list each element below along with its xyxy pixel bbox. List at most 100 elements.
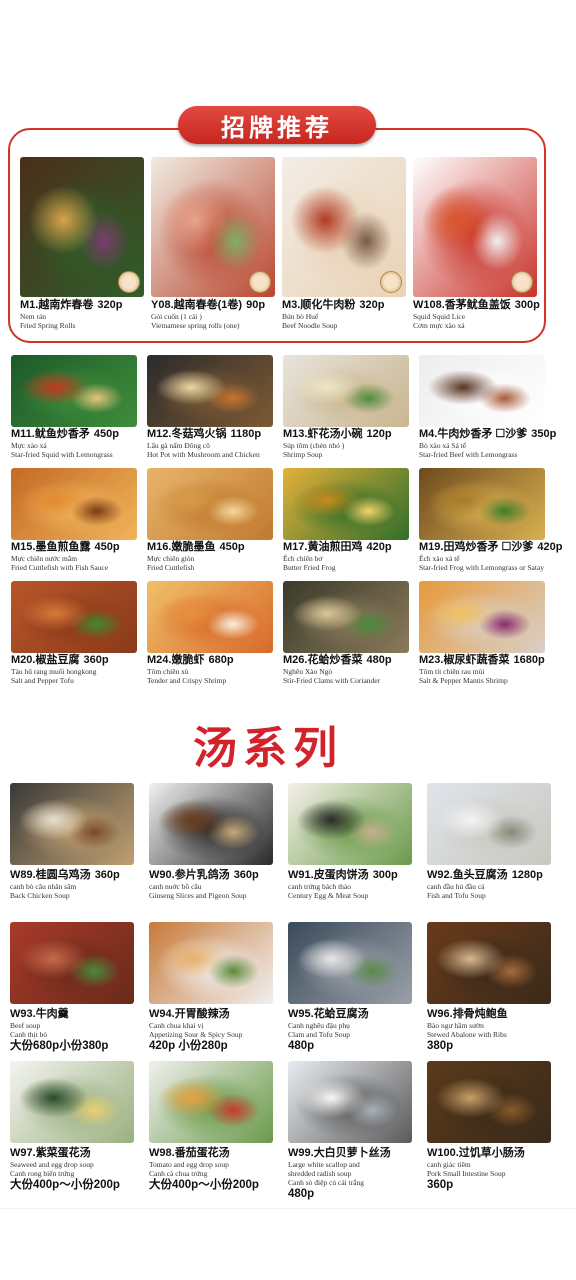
dish-code: W96. [427,1008,453,1020]
dish-photo [10,1061,134,1143]
dish-subtitle: Star-fried Squid with Lemongrass [11,450,113,459]
dish-price: 大份400p～小份200p [10,1179,120,1191]
dish-caption: M3.顺化牛肉粉 320p Bún bò Huế Beef Noodle Soup [282,299,384,330]
dish-subtitle: Salt and Pepper Tofu [11,676,74,685]
dish-photo [10,922,134,1004]
dish-subtitle: Canh nghêu đậu phụ [288,1021,350,1030]
dish-subtitle: canh trứng bách thảo [288,882,351,891]
dish-price: 360p [233,869,259,881]
dish-title: W91.皮蛋肉饼汤 300p [288,869,398,882]
dish-photo [147,355,273,427]
dish-code: W89. [10,869,36,881]
dish-photo [149,1061,273,1143]
dish-subtitle: Canh sò điệp củ cải trắng [288,1178,365,1187]
dish-caption: M26.花蛤炒香菜 480p Nghêu Xào Ngò Stir-Fried Cla… [283,654,392,685]
dish-name: 开胃酸辣汤 [174,1008,230,1020]
dish-name: 椒尿虾蔬香菜 [443,654,510,666]
dish-subtitle: Ếch chiên bơ [283,554,323,563]
dish-subtitle: Beef soup [10,1021,41,1030]
dish-subtitle: Canh thịt bò [10,1030,48,1039]
dish-price: 120p [366,428,392,440]
dish-subtitle: Large white scallop and [288,1160,360,1169]
dish-title: M17.黄油煎田鸡 420p [283,541,392,554]
dish-name: 参片乳鸽汤 [174,869,230,881]
dish-photo [20,157,144,297]
dish-price: 1680p [513,654,545,666]
dish-price: 480p [288,1040,315,1052]
dish-caption: W93.牛肉羹 Beef soup Canh thịt bò 大份680p小份380p [10,1008,108,1054]
dish-name: 花蛤炒香菜 [307,654,363,666]
dish-photo [10,783,134,865]
dish-name: 墨鱼煎鱼露 [35,541,91,553]
dish-caption: W108.香茅鱿鱼盖饭 300p Squid Squid Lice Cơm mực x… [413,299,540,330]
dish-subtitle: Gỏi cuốn (1 cái ) [151,312,202,321]
featured-banner-text: 招牌推荐 [221,112,333,142]
dish-photo [419,468,545,540]
dish-subtitle: Pork Small Intestine Soup [427,1169,506,1178]
dish-title: M16.嫩脆墨鱼 450p [147,541,245,554]
dish-price: 450p [93,428,119,440]
dish-subtitle: Tàu hũ rang muối hongkong [11,667,97,676]
dish-photo [427,1061,551,1143]
dish-caption: W95.花蛤豆腐汤 Canh nghêu đậu phụ Clam and Tofu… [288,1008,369,1054]
soup-heading: 汤系列 [193,723,343,774]
dish-photo [427,783,551,865]
dish-name: 冬菇鸡火锅 [171,428,227,440]
dish-name: 大白贝萝卜丝汤 [313,1147,391,1159]
dish-title: W96.排骨炖鲍鱼 [427,1008,508,1021]
dish-caption: M13.虾花汤小碗 120p Súp tôm (chén nhỏ ) Shrimp S… [283,428,392,459]
dish-subtitle: Tôm tít chiên rau mùi [419,667,485,676]
dish-code: M4. [419,428,438,440]
dish-subtitle: Ếch xào xả tế [419,554,460,563]
dish-subtitle: Beef Noodle Soup [282,321,338,330]
dish-photo [147,581,273,653]
dish-subtitle: Nghêu Xào Ngò [283,667,333,676]
dish-code: M3. [282,299,301,311]
dish-photo [419,355,545,427]
dish-caption: M15.墨鱼煎鱼露 450p Mực chiên nước mắm Fried Cut… [11,541,120,572]
dish-photo [419,581,545,653]
brand-seal-icon [380,271,402,293]
dish-price: 300p [372,869,398,881]
dish-subtitle: Canh rong biển trứng [10,1169,75,1178]
dish-photo [288,1061,412,1143]
dish-title: Y08.越南春卷(1卷) 90p [151,299,265,312]
dish-title: M23.椒尿虾蔬香菜 1680p [419,654,545,667]
dish-caption: M16.嫩脆墨鱼 450p Mực chiên giòn Fried Cuttlefi… [147,541,245,572]
dish-subtitle: Tender and Crispy Shrimp [147,676,227,685]
dish-price: 450p [94,541,120,553]
dish-caption: W97.紫菜蛋花汤 Seaweed and egg drop soup Canh r… [10,1147,120,1193]
dish-title: W89.桂圆乌鸡汤 360p [10,869,120,882]
dish-subtitle: canh đầu hủ đầu cá [427,882,485,891]
dish-caption: W89.桂圆乌鸡汤 360p canh bò câu nhân sâm Back Ch… [10,869,120,900]
dish-subtitle: Vietnamese spring rolls (one) [151,321,240,330]
dish-title: M26.花蛤炒香菜 480p [283,654,392,667]
dish-code: Y08. [151,299,174,311]
dish-code: W99. [288,1147,314,1159]
dish-caption: M1.越南炸春卷 320p Nem rán Fried Spring Rolls [20,299,122,330]
dish-subtitle: Lẩu gà nấm Đông cô [147,441,210,450]
dish-caption: W92.鱼头豆腐汤 1280p canh đầu hủ đầu cá Fish and… [427,869,543,900]
dish-code: M20. [11,654,36,666]
dish-title: M24.嫩脆虾 680p [147,654,234,667]
dish-photo [427,922,551,1004]
dish-code: M12. [147,428,172,440]
dish-code: M26. [283,654,308,666]
dish-name: 顺化牛肉粉 [300,299,356,311]
dish-subtitle: shredded radish soup [288,1169,352,1178]
dish-caption: W91.皮蛋肉饼汤 300p canh trứng bách thảo Century… [288,869,398,900]
dish-photo [288,783,412,865]
dish-title: M15.墨鱼煎鱼露 450p [11,541,120,554]
dish-subtitle: Stir-Fried Clams with Coriander [283,676,381,685]
dish-subtitle: Century Egg & Meat Soup [288,891,369,900]
dish-name: 越南春卷(1卷) [173,299,243,311]
dish-caption: M24.嫩脆虾 680p Tôm chiên xù Tender and Crispy… [147,654,234,685]
dish-photo [283,468,409,540]
dish-photo [413,157,537,297]
dish-name: 牛肉羹 [35,1008,69,1020]
dish-subtitle: Butter Fried Frog [283,563,336,572]
dish-caption: M11.鱿鱼炒香矛 450p Mực xào xả Star-fried Squid … [11,428,119,459]
dish-price: 360p [94,869,120,881]
dish-subtitle: Canh cà chua trứng [149,1169,208,1178]
dish-title: M4.牛肉炒香矛 ☐沙爹 350p [419,428,556,441]
